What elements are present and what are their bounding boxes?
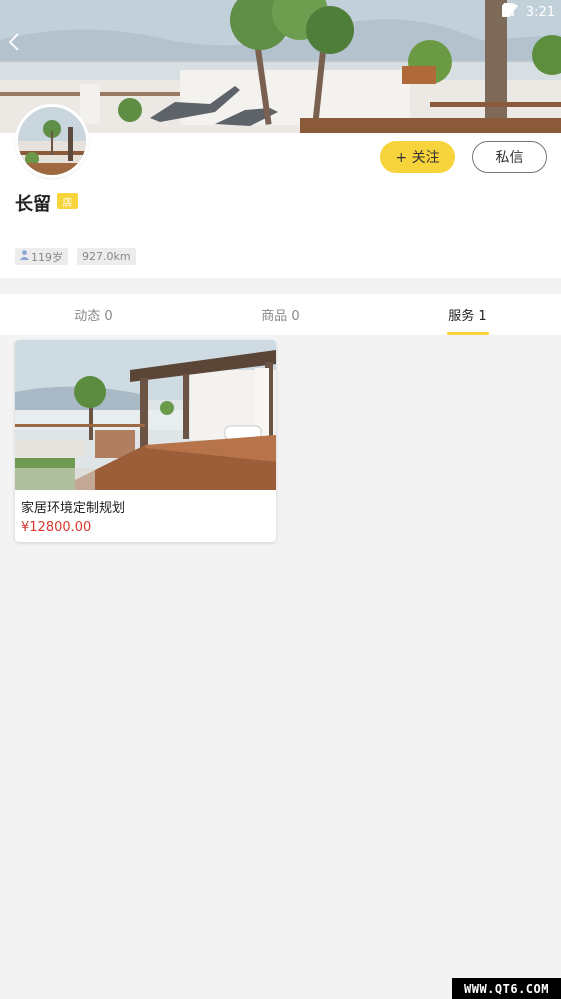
service-image (15, 340, 276, 490)
distance-tag: 927.0km (77, 248, 136, 265)
service-price: ¥12800.00 (21, 520, 92, 535)
age-text: 119岁 (31, 250, 63, 264)
tab-posts[interactable]: 动态 0 (0, 294, 187, 335)
shop-badge: 店 (57, 193, 78, 209)
status-time: 3:21 (525, 4, 555, 20)
cover-image: 3:21 (0, 0, 561, 133)
follow-button[interactable]: + 关注 (380, 141, 455, 173)
service-card[interactable]: 家居环境定制规划 ¥12800.00 (15, 340, 276, 542)
avatar[interactable] (15, 104, 89, 178)
back-button[interactable] (8, 32, 34, 60)
tab-products[interactable]: 商品 0 (187, 294, 374, 335)
person-icon (20, 250, 29, 263)
age-tag: 119岁 (15, 248, 68, 265)
status-bar: 3:21 (501, 3, 555, 21)
tab-bar: 动态 0 商品 0 服务 1 (0, 294, 561, 335)
user-name: 长留 (15, 194, 51, 215)
distance-text: 927.0km (82, 250, 131, 263)
watermark: WWW.QT6.COM (452, 978, 561, 999)
service-title: 家居环境定制规划 (21, 501, 126, 516)
message-button[interactable]: 私信 (472, 141, 547, 173)
tab-services[interactable]: 服务 1 (374, 294, 561, 335)
